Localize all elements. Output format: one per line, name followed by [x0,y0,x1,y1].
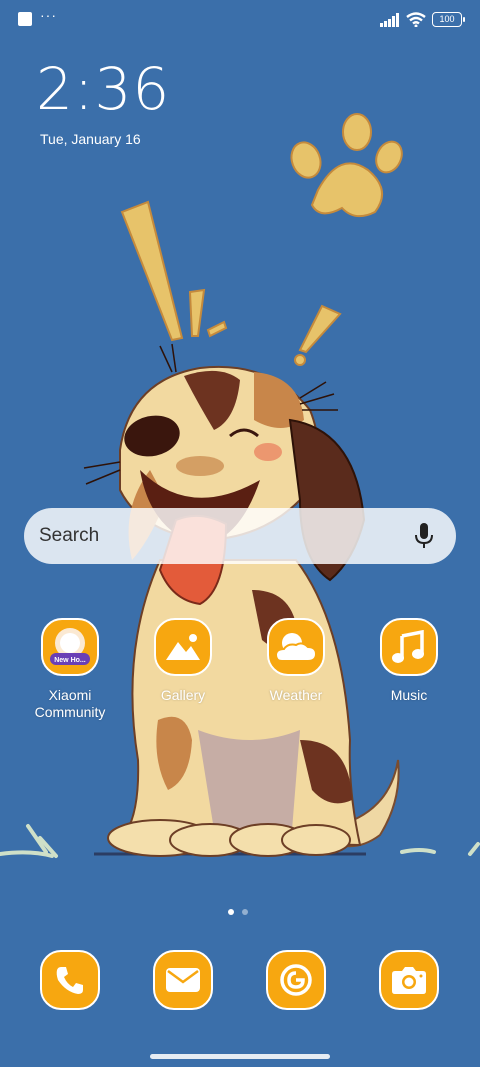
cell-signal-icon [380,12,399,27]
dock [0,950,480,1012]
page-dot-2[interactable] [242,909,248,915]
community-badge-text: New Ho... [54,657,86,664]
clock-time[interactable]: 2:36 [36,55,170,123]
app-music[interactable]: Music [354,618,464,704]
app-label-gallery: Gallery [160,687,206,703]
search-bar[interactable]: Search [24,508,456,564]
music-icon [380,618,438,676]
status-bar: ··· 100 [18,7,465,34]
app-label-xiaomi-community: Xiaomi Community [15,687,125,721]
phone-icon[interactable] [40,950,100,1010]
app-grid: New Ho... Xiaomi Community Gallery Weathe… [0,618,480,728]
battery-icon: 100 [432,12,465,27]
status-bar-left: ··· [18,7,57,26]
camera-icon[interactable] [379,950,439,1010]
app-label-music: Music [390,687,428,703]
page-dot-1[interactable] [228,909,234,915]
browser-icon[interactable] [266,950,326,1010]
app-label-line: Xiaomi Community [34,687,106,720]
home-gesture-bar[interactable] [150,1054,330,1059]
gallery-icon [154,618,212,676]
weather-icon [267,618,325,676]
app-label-weather: Weather [269,687,323,703]
microphone-icon[interactable] [414,523,434,549]
mail-icon[interactable] [153,950,213,1010]
clock-date[interactable]: Tue, January 16 [40,131,141,147]
overflow-notifications-icon: ··· [40,7,57,23]
square-notification-icon [18,12,32,26]
app-weather[interactable]: Weather [241,618,351,704]
app-xiaomi-community[interactable]: New Ho... Xiaomi Community [15,618,125,721]
status-bar-right: 100 [380,12,465,27]
page-indicator[interactable] [228,909,248,915]
xiaomi-community-icon: New Ho... [41,618,99,676]
wifi-icon [406,12,426,27]
search-placeholder: Search [39,525,100,546]
app-gallery[interactable]: Gallery [128,618,238,704]
